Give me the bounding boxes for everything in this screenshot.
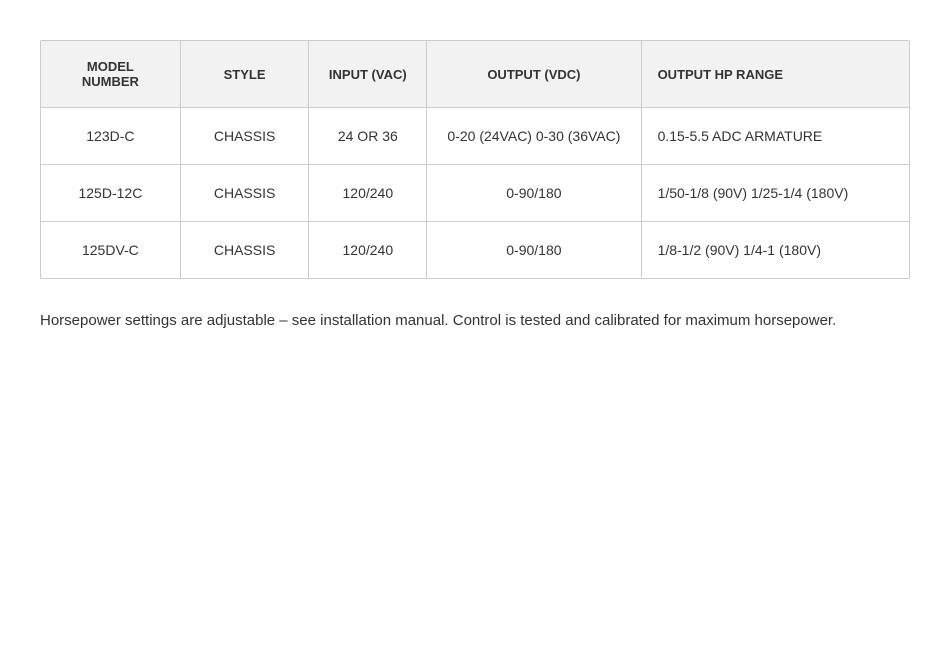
- header-model-number: MODEL NUMBER: [41, 41, 180, 108]
- cell-output-hp-2: 1/50-1/8 (90V) 1/25-1/4 (180V): [641, 165, 909, 222]
- header-output-hp-range: OUTPUT HP RANGE: [641, 41, 909, 108]
- product-table-wrapper: MODEL NUMBER STYLE INPUT (VAC) OUTPUT (V…: [40, 40, 910, 279]
- note-text: Horsepower settings are adjustable – see…: [40, 309, 910, 333]
- header-style: STYLE: [180, 41, 309, 108]
- cell-input-3: 120/240: [309, 222, 427, 279]
- table-row: 125D-12C CHASSIS 120/240 0-90/180 1/50-1…: [41, 165, 909, 222]
- product-table: MODEL NUMBER STYLE INPUT (VAC) OUTPUT (V…: [41, 41, 909, 278]
- cell-model-2: 125D-12C: [41, 165, 180, 222]
- cell-output-vdc-3: 0-90/180: [427, 222, 641, 279]
- cell-output-hp-3: 1/8-1/2 (90V) 1/4-1 (180V): [641, 222, 909, 279]
- cell-output-hp-1: 0.15-5.5 ADC ARMATURE: [641, 108, 909, 165]
- header-output-vdc: OUTPUT (VDC): [427, 41, 641, 108]
- cell-model-3: 125DV-C: [41, 222, 180, 279]
- table-row: 125DV-C CHASSIS 120/240 0-90/180 1/8-1/2…: [41, 222, 909, 279]
- header-input-vac: INPUT (VAC): [309, 41, 427, 108]
- cell-style-3: CHASSIS: [180, 222, 309, 279]
- cell-style-2: CHASSIS: [180, 165, 309, 222]
- table-row: 123D-C CHASSIS 24 OR 36 0-20 (24VAC) 0-3…: [41, 108, 909, 165]
- cell-style-1: CHASSIS: [180, 108, 309, 165]
- cell-input-2: 120/240: [309, 165, 427, 222]
- cell-output-vdc-2: 0-90/180: [427, 165, 641, 222]
- table-header-row: MODEL NUMBER STYLE INPUT (VAC) OUTPUT (V…: [41, 41, 909, 108]
- cell-model-1: 123D-C: [41, 108, 180, 165]
- cell-output-vdc-1: 0-20 (24VAC) 0-30 (36VAC): [427, 108, 641, 165]
- cell-input-1: 24 OR 36: [309, 108, 427, 165]
